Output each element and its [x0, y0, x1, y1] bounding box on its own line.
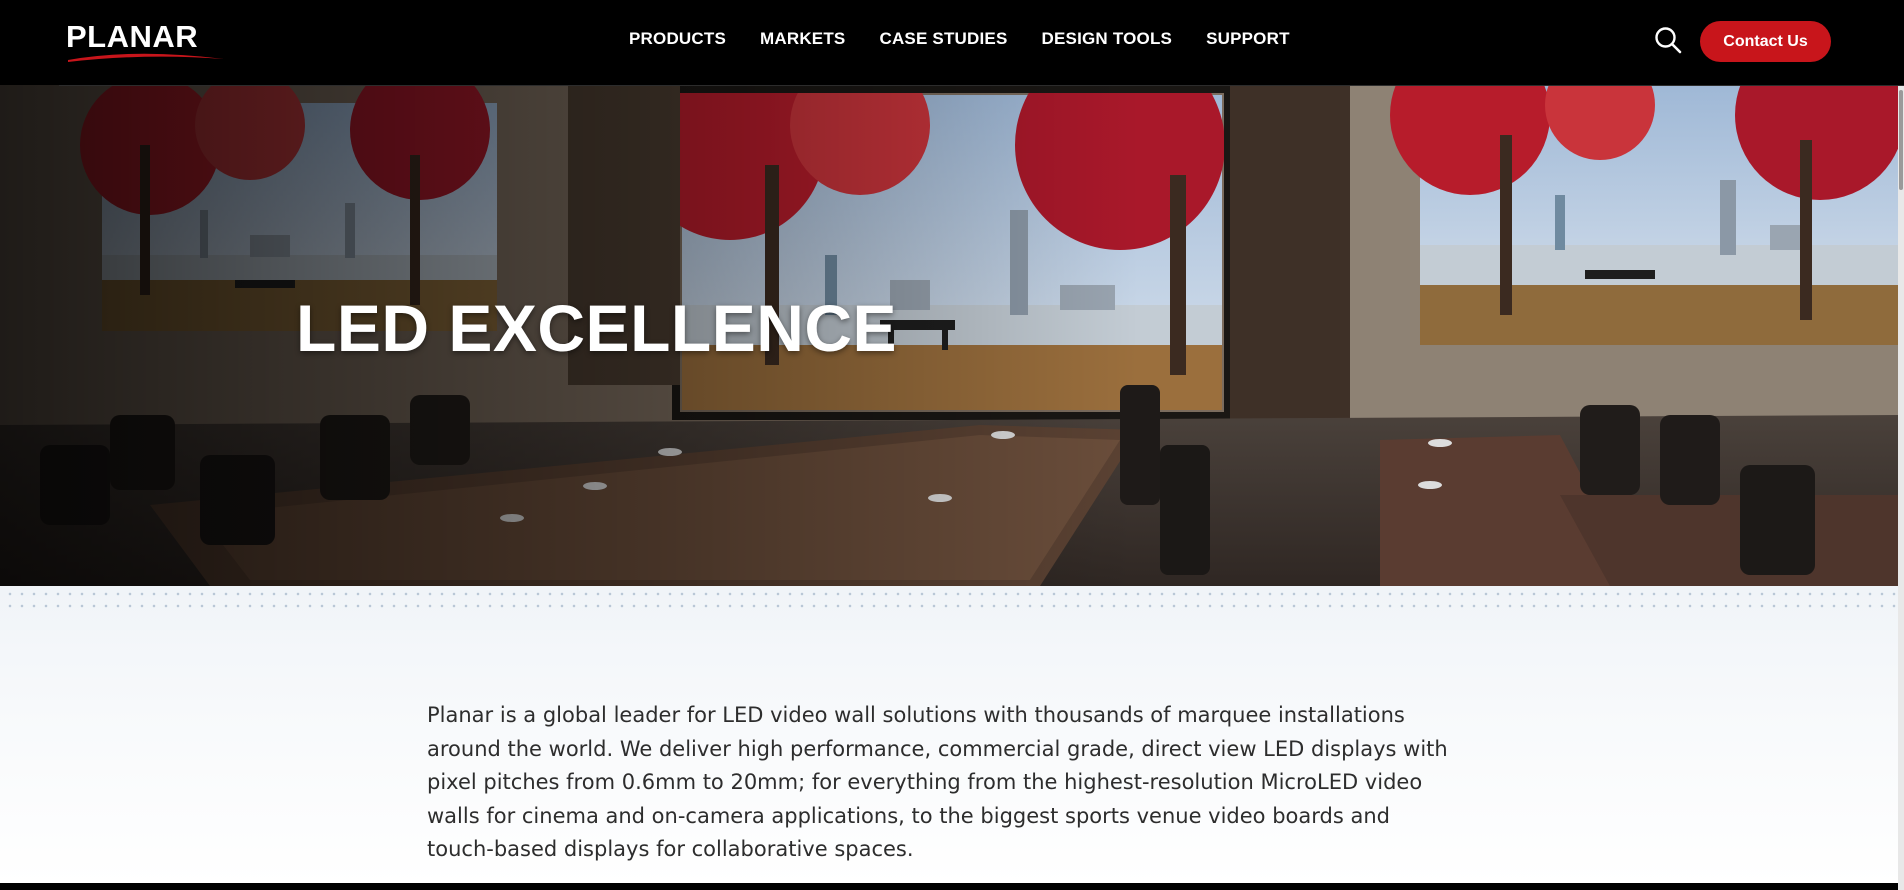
search-button[interactable] [1653, 25, 1683, 55]
search-icon [1655, 27, 1682, 54]
nav-item-support[interactable]: SUPPORT [1206, 29, 1290, 49]
bottom-edge [0, 883, 1904, 890]
planar-logo[interactable]: PLANAR [66, 20, 226, 64]
nav-item-design-tools[interactable]: DESIGN TOOLS [1042, 29, 1173, 49]
contact-us-button[interactable]: Contact Us [1700, 21, 1831, 62]
hero-title: LED EXCELLENCE [296, 291, 898, 365]
intro-section: Planar is a global leader for LED video … [0, 586, 1898, 885]
logo-swoosh-icon [68, 53, 224, 62]
hero-banner: LED EXCELLENCE [0, 85, 1898, 586]
hero-image [0, 85, 1898, 586]
dotted-pattern [0, 586, 1898, 614]
header-divider [59, 85, 1904, 86]
nav-item-products[interactable]: PRODUCTS [629, 29, 726, 49]
intro-paragraph: Planar is a global leader for LED video … [427, 703, 1448, 862]
scrollbar-thumb[interactable] [1899, 90, 1903, 190]
nav-item-markets[interactable]: MARKETS [760, 29, 845, 49]
main-nav: PRODUCTS MARKETS CASE STUDIES DESIGN TOO… [629, 0, 1324, 78]
logo-text: PLANAR [66, 19, 199, 54]
nav-item-case-studies[interactable]: CASE STUDIES [879, 29, 1007, 49]
site-header: PLANAR PRODUCTS MARKETS CASE STUDIES DES… [0, 0, 1904, 85]
page: PLANAR PRODUCTS MARKETS CASE STUDIES DES… [0, 0, 1904, 890]
